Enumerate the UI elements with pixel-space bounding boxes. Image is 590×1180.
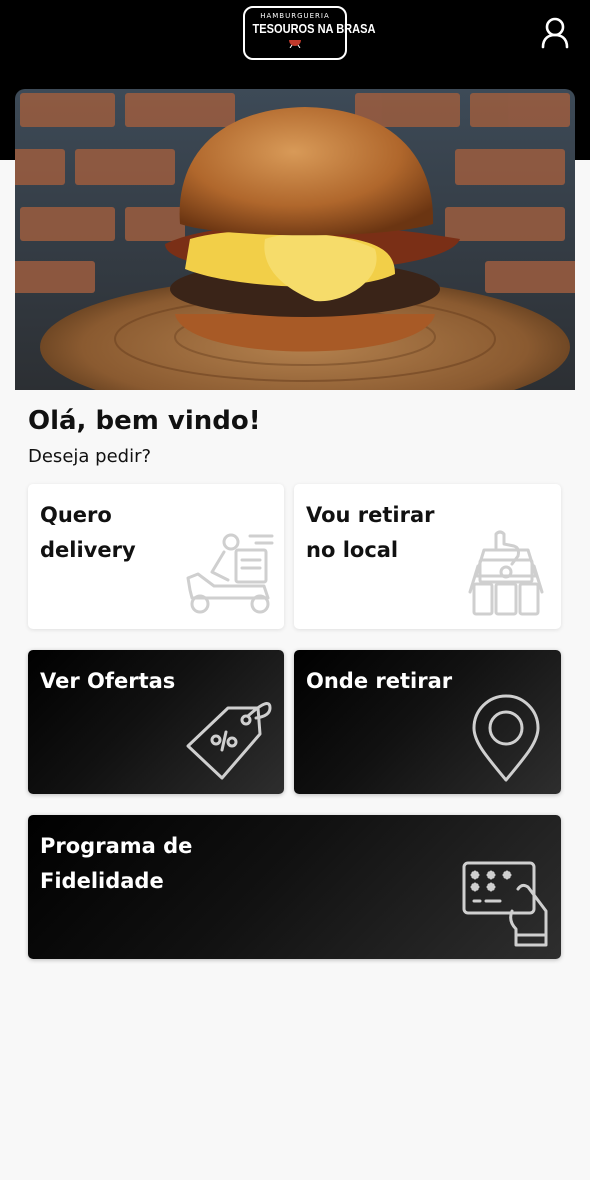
profile-button[interactable] <box>538 16 572 50</box>
where-label: Onde retirar <box>306 669 453 693</box>
hero-burger-image <box>15 89 575 390</box>
pickup-card[interactable]: Vou retirar no local <box>294 484 561 629</box>
user-icon <box>541 17 569 49</box>
delivery-label: Quero delivery <box>40 503 136 562</box>
where-card[interactable]: Onde retirar <box>294 650 561 794</box>
loyalty-card[interactable]: Programa de Fidelidade <box>28 815 561 959</box>
pickup-label: Vou retirar no local <box>306 503 435 562</box>
logo-subtitle: HAMBURGUERIA <box>260 12 330 20</box>
loyalty-card-icon <box>462 861 548 947</box>
offers-card[interactable]: Ver Ofertas <box>28 650 284 794</box>
burger-photo <box>15 89 575 390</box>
brand-logo[interactable]: HAMBURGUERIA TESOUROS NA BRASA <box>243 6 376 60</box>
greeting-title: Olá, bem vindo! <box>28 406 261 436</box>
price-tag-icon <box>186 702 272 780</box>
offers-label: Ver Ofertas <box>40 669 176 693</box>
delivery-card[interactable]: Quero delivery <box>28 484 284 629</box>
pickup-icon <box>468 530 544 616</box>
location-pin-icon <box>472 694 540 782</box>
loyalty-label: Programa de Fidelidade <box>40 834 193 893</box>
logo-title: TESOUROS NA BRASA <box>252 21 376 36</box>
order-question: Deseja pedir? <box>28 446 152 467</box>
delivery-scooter-icon <box>186 533 274 614</box>
grill-icon <box>289 40 301 48</box>
